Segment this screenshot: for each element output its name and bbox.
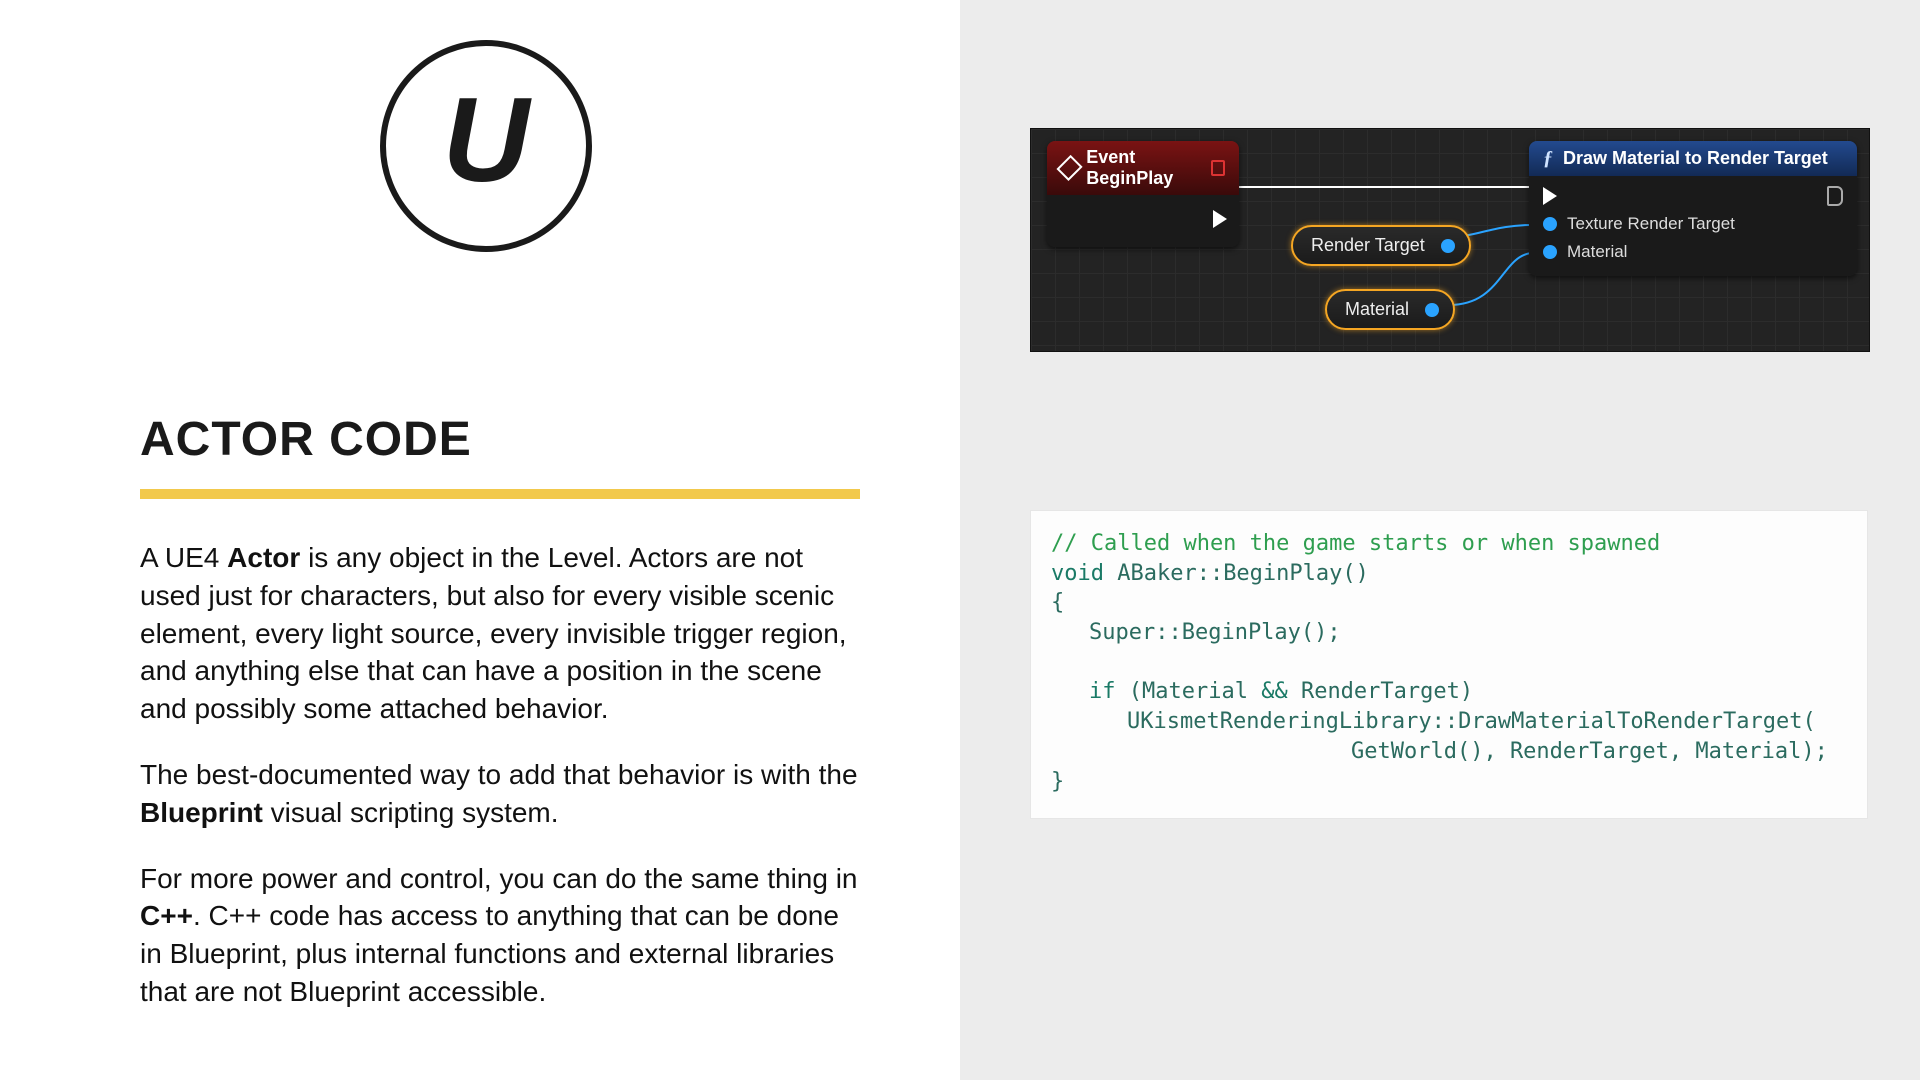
- code-comment: // Called when the game starts or when s…: [1051, 531, 1660, 556]
- pin-material[interactable]: Material: [1541, 238, 1845, 266]
- paragraph-2: The best-documented way to add that beha…: [140, 756, 860, 832]
- blueprint-variable-material[interactable]: Material: [1325, 289, 1455, 330]
- exec-row: [1541, 182, 1845, 210]
- ue-logo: U: [380, 40, 860, 252]
- text: For more power and control, you can do t…: [140, 863, 858, 894]
- func-node-header: ƒ Draw Material to Render Target: [1529, 141, 1857, 176]
- right-column: Event BeginPlay ƒ Draw Material to Rende…: [960, 0, 1920, 1080]
- code-text: (Material: [1116, 679, 1262, 704]
- code-brace: }: [1051, 769, 1064, 794]
- pin-dot-icon: [1543, 245, 1557, 259]
- bold-actor: Actor: [227, 542, 300, 573]
- code-text: RenderTarget): [1288, 679, 1473, 704]
- slide: U ACTOR CODE A UE4 Actor is any object i…: [0, 0, 1920, 1080]
- text: A UE4: [140, 542, 227, 573]
- event-node-header: Event BeginPlay: [1047, 141, 1239, 195]
- pin-label: Texture Render Target: [1567, 214, 1735, 234]
- ue-logo-circle: U: [380, 40, 592, 252]
- left-column: U ACTOR CODE A UE4 Actor is any object i…: [0, 0, 960, 1080]
- text: visual scripting system.: [263, 797, 559, 828]
- code-kw: void: [1051, 561, 1104, 586]
- bold-blueprint: Blueprint: [140, 797, 263, 828]
- page-title: ACTOR CODE: [140, 412, 860, 467]
- exec-out-pin[interactable]: [1827, 186, 1843, 206]
- blueprint-panel: Event BeginPlay ƒ Draw Material to Rende…: [1030, 128, 1870, 352]
- code-brace: {: [1051, 590, 1064, 615]
- func-node-body: Texture Render Target Material: [1529, 176, 1857, 276]
- code-line-4: Super::BeginPlay();: [1051, 618, 1847, 648]
- code-text: ABaker::BeginPlay(): [1104, 561, 1369, 586]
- exec-out-pin[interactable]: [1213, 210, 1227, 228]
- code-panel: // Called when the game starts or when s…: [1030, 510, 1868, 819]
- function-icon: ƒ: [1543, 147, 1553, 170]
- bold-cpp: C++: [140, 900, 193, 931]
- event-node-title: Event BeginPlay: [1086, 147, 1203, 189]
- code-line-7: GetWorld(), RenderTarget, Material);: [1051, 737, 1847, 767]
- pin-label: Material: [1567, 242, 1627, 262]
- pin-dot-icon: [1441, 239, 1455, 253]
- pill-label: Material: [1345, 299, 1409, 320]
- pin-dot-icon: [1543, 217, 1557, 231]
- code-line-1: // Called when the game starts or when s…: [1051, 529, 1847, 559]
- exec-in-pin[interactable]: [1543, 187, 1557, 205]
- title-rule: [140, 489, 860, 499]
- code-line-8: }: [1051, 767, 1847, 797]
- paragraph-3: For more power and control, you can do t…: [140, 860, 860, 1011]
- pin-texture-render-target[interactable]: Texture Render Target: [1541, 210, 1845, 238]
- pill-label: Render Target: [1311, 235, 1425, 256]
- paragraph-1: A UE4 Actor is any object in the Level. …: [140, 539, 860, 728]
- func-node-title: Draw Material to Render Target: [1563, 148, 1828, 169]
- code-text: Super::BeginPlay();: [1089, 620, 1341, 645]
- code-blank: [1051, 648, 1847, 678]
- text: . C++ code has access to anything that c…: [140, 900, 839, 1007]
- blueprint-event-node[interactable]: Event BeginPlay: [1047, 141, 1239, 247]
- blueprint-function-node[interactable]: ƒ Draw Material to Render Target Texture…: [1529, 141, 1857, 276]
- pin-dot-icon: [1425, 303, 1439, 317]
- ue-logo-glyph: U: [443, 71, 530, 209]
- event-node-body: [1047, 195, 1239, 247]
- code-text: GetWorld(), RenderTarget, Material);: [1351, 739, 1828, 764]
- code-text: UKismetRenderingLibrary::DrawMaterialToR…: [1127, 709, 1816, 734]
- blueprint-variable-render-target[interactable]: Render Target: [1291, 225, 1471, 266]
- breakpoint-icon: [1211, 160, 1225, 176]
- event-icon: [1056, 155, 1082, 181]
- code-op: &&: [1261, 679, 1288, 704]
- text: The best-documented way to add that beha…: [140, 759, 858, 790]
- code-line-2: void ABaker::BeginPlay(): [1051, 559, 1847, 589]
- code-kw: if: [1089, 679, 1116, 704]
- code-line-5: if (Material && RenderTarget): [1051, 677, 1847, 707]
- code-line-3: {: [1051, 588, 1847, 618]
- code-line-6: UKismetRenderingLibrary::DrawMaterialToR…: [1051, 707, 1847, 737]
